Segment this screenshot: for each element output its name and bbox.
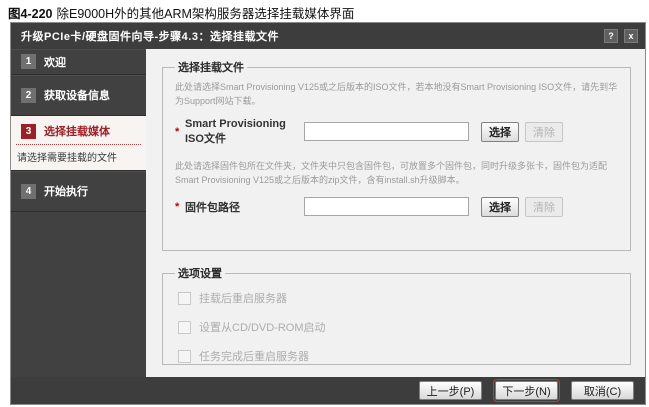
wizard-dialog: 升级PCIe卡/硬盘固件向导-步骤4.3：选择挂载文件 ? x 1 欢迎 2 获… bbox=[10, 22, 646, 405]
figure-caption-text: 除E9000H外的其他ARM架构服务器选择挂载媒体界面 bbox=[56, 7, 354, 21]
step-label: 欢迎 bbox=[44, 54, 66, 70]
step-label: 选择挂载媒体 bbox=[44, 123, 110, 139]
firmware-select-button[interactable]: 选择 bbox=[481, 197, 519, 217]
iso-file-label: Smart Provisioning ISO文件 bbox=[185, 118, 304, 146]
step-number-badge: 4 bbox=[21, 184, 36, 199]
step-item-device-info[interactable]: 2 获取设备信息 bbox=[11, 75, 146, 116]
cancel-button[interactable]: 取消(C) bbox=[571, 381, 634, 400]
checkbox-restart-after-task bbox=[178, 350, 191, 363]
options-group-legend: 选项设置 bbox=[175, 265, 225, 281]
firmware-path-row: * 固件包路径 选择 清除 bbox=[175, 197, 618, 217]
step-item-welcome[interactable]: 1 欢迎 bbox=[11, 49, 146, 75]
required-marker: * bbox=[175, 201, 185, 213]
iso-file-input[interactable] bbox=[304, 122, 469, 141]
dialog-title: 升级PCIe卡/硬盘固件向导-步骤4.3：选择挂载文件 bbox=[21, 28, 598, 44]
sidebar-filler bbox=[11, 212, 146, 377]
checkbox-boot-from-cd bbox=[178, 321, 191, 334]
next-step-button[interactable]: 下一步(N) bbox=[495, 381, 558, 400]
iso-file-row: * Smart Provisioning ISO文件 选择 清除 bbox=[175, 118, 618, 146]
checkbox-row-boot-from-cd: 设置从CD/DVD-ROM启动 bbox=[178, 319, 618, 335]
close-icon[interactable]: x bbox=[624, 29, 638, 43]
iso-hint-text: 此处请选择Smart Provisioning V125或之后版本的ISO文件，… bbox=[175, 81, 618, 109]
checkbox-row-restart-after-mount: 挂载后重启服务器 bbox=[178, 290, 618, 306]
required-marker: * bbox=[175, 126, 185, 138]
step-number-badge: 3 bbox=[21, 124, 36, 139]
step-item-select-media-active[interactable]: 3 选择挂载媒体 请选择需要挂载的文件 bbox=[11, 116, 146, 171]
dialog-body: 1 欢迎 2 获取设备信息 3 选择挂载媒体 请选择需要挂载的文件 4 开始执行 bbox=[11, 49, 645, 377]
figure-label: 图4-220 bbox=[8, 7, 52, 21]
step-number-badge: 2 bbox=[21, 88, 36, 103]
wizard-steps-sidebar: 1 欢迎 2 获取设备信息 3 选择挂载媒体 请选择需要挂载的文件 4 开始执行 bbox=[11, 49, 146, 377]
previous-step-button[interactable]: 上一步(P) bbox=[419, 381, 482, 400]
options-group: 选项设置 挂载后重启服务器 设置从CD/DVD-ROM启动 任务完成后重启服务器… bbox=[162, 265, 631, 365]
mount-file-group-legend: 选择挂载文件 bbox=[175, 59, 247, 75]
help-icon[interactable]: ? bbox=[604, 29, 618, 43]
checkbox-label: 任务完成后重启服务器 bbox=[199, 348, 309, 364]
step-subtitle: 请选择需要挂载的文件 bbox=[11, 149, 146, 165]
checkbox-label: 挂载后重启服务器 bbox=[199, 290, 287, 306]
mount-file-group: 选择挂载文件 此处请选择Smart Provisioning V125或之后版本… bbox=[162, 59, 631, 251]
firmware-clear-button: 清除 bbox=[525, 197, 563, 217]
iso-clear-button: 清除 bbox=[525, 122, 563, 142]
checkbox-row-restart-after-task: 任务完成后重启服务器 bbox=[178, 348, 618, 364]
firmware-path-label: 固件包路径 bbox=[185, 199, 304, 215]
firmware-hint-text: 此处请选择固件包所在文件夹，文件夹中只包含固件包，可放置多个固件包，同时升级多张… bbox=[175, 160, 618, 188]
step-label: 获取设备信息 bbox=[44, 87, 110, 103]
dialog-titlebar: 升级PCIe卡/硬盘固件向导-步骤4.3：选择挂载文件 ? x bbox=[11, 23, 645, 49]
checkbox-restart-after-mount bbox=[178, 292, 191, 305]
step-item-execute[interactable]: 4 开始执行 bbox=[11, 171, 146, 212]
step-content-panel: 选择挂载文件 此处请选择Smart Provisioning V125或之后版本… bbox=[146, 49, 645, 377]
step-dotted-divider bbox=[16, 144, 141, 145]
step-number-badge: 1 bbox=[21, 54, 36, 69]
iso-select-button[interactable]: 选择 bbox=[481, 122, 519, 142]
dialog-footer: 上一步(P) 下一步(N) 取消(C) bbox=[11, 377, 645, 404]
firmware-path-input[interactable] bbox=[304, 197, 469, 216]
step-label: 开始执行 bbox=[44, 183, 88, 199]
checkbox-label: 设置从CD/DVD-ROM启动 bbox=[199, 319, 326, 335]
figure-caption: 图4-220 除E9000H外的其他ARM架构服务器选择挂载媒体界面 bbox=[8, 3, 354, 22]
